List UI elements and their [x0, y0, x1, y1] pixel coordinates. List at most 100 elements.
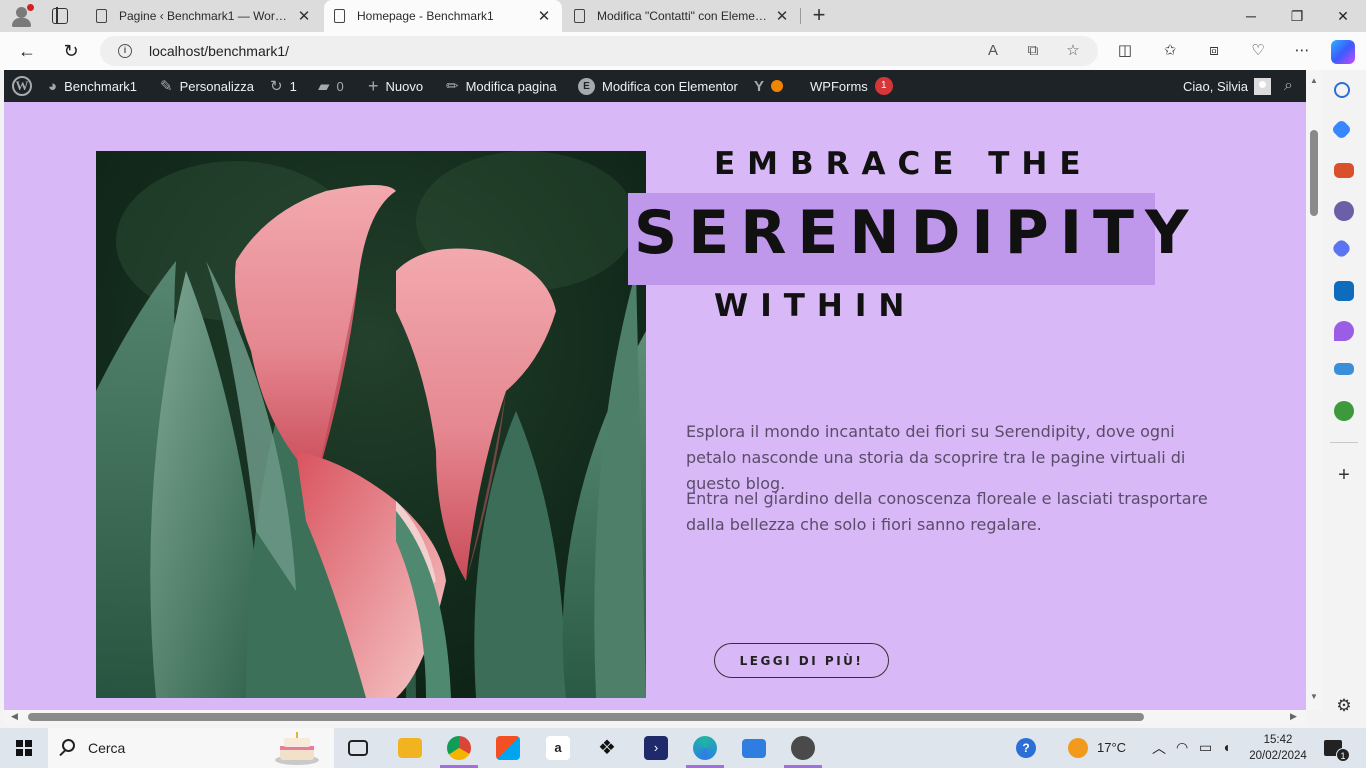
birthday-cake-icon[interactable]	[272, 730, 322, 766]
tree-icon[interactable]	[1334, 401, 1354, 421]
wp-my-account[interactable]: Ciao, Silvia	[1183, 70, 1272, 102]
favorites-icon[interactable]: ✩	[1160, 41, 1180, 61]
file-explorer-icon[interactable]	[398, 738, 422, 758]
more-menu-icon[interactable]: ⋯	[1292, 41, 1312, 61]
outlook-icon[interactable]	[1334, 281, 1354, 301]
wordpress-icon: W	[12, 76, 32, 96]
address-bar[interactable]: i localhost/benchmark1/ A ⧉ ☆	[100, 36, 1098, 66]
favorite-star-icon[interactable]: ☆	[1064, 42, 1082, 60]
designer-icon[interactable]	[1334, 321, 1354, 341]
wp-updates[interactable]: ↻ 1	[270, 70, 297, 102]
sidebar-search-icon[interactable]	[1334, 82, 1350, 98]
split-screen-icon[interactable]: ◫	[1115, 41, 1135, 61]
scroll-down-arrow-icon[interactable]: ▼	[1309, 692, 1319, 701]
refresh-button[interactable]: ↻	[58, 38, 84, 64]
edit-elementor-label: Modifica con Elementor	[602, 78, 738, 94]
copilot-icon[interactable]	[1331, 40, 1355, 64]
system-clock[interactable]: 15:42 20/02/2024	[1248, 732, 1308, 764]
wp-edit-elementor[interactable]: E Modifica con Elementor	[578, 70, 738, 102]
github-desktop-icon[interactable]	[791, 736, 815, 760]
updates-count: 1	[289, 78, 297, 94]
tab-title: Homepage - Benchmark1	[357, 9, 494, 23]
vertical-scroll-thumb[interactable]	[1310, 130, 1318, 216]
edge-sidebar: + ⚙	[1322, 70, 1366, 724]
wp-new[interactable]: + Nuovo	[368, 70, 423, 102]
wifi-icon[interactable]: ◠	[1176, 739, 1188, 756]
wp-search[interactable]: ⌕	[1284, 70, 1293, 102]
page-content: EMBRACE THE SERENDIPITY WITHIN Esplora i…	[4, 102, 1306, 710]
dashboard-icon: ◕	[48, 77, 58, 95]
tab-homepage[interactable]: Homepage - Benchmark1 ✕	[324, 0, 562, 32]
brush-icon: ✎	[160, 78, 173, 95]
browser-essentials-icon[interactable]: ♡	[1248, 41, 1268, 61]
updates-icon: ↻	[270, 78, 283, 95]
windows-start-icon[interactable]	[16, 740, 32, 756]
read-aloud-icon[interactable]: A	[984, 42, 1002, 60]
games-icon[interactable]	[1334, 201, 1354, 221]
minimize-button[interactable]: ─	[1228, 0, 1274, 32]
url-text[interactable]: localhost/benchmark1/	[149, 43, 289, 59]
read-more-button[interactable]: LEGGI DI PIÙ!	[714, 643, 889, 678]
site-info-icon[interactable]: i	[118, 44, 132, 58]
wp-site-name[interactable]: ◕ Benchmark1	[48, 70, 137, 102]
wp-edit-page[interactable]: ✏ Modifica pagina	[446, 70, 557, 102]
page-icon	[334, 9, 345, 23]
sidebar-divider	[1330, 442, 1358, 443]
vertical-scrollbar[interactable]: ▲ ▼	[1306, 70, 1322, 710]
task-view-icon[interactable]	[348, 740, 368, 756]
wp-wpforms[interactable]: WPForms 1	[810, 70, 893, 102]
shopping-tag-icon[interactable]	[1330, 118, 1353, 141]
dropbox-icon[interactable]: ❖	[595, 736, 619, 760]
profile-icon[interactable]	[10, 4, 34, 28]
pencil-icon: ✏	[446, 78, 459, 95]
close-icon[interactable]: ✕	[296, 7, 312, 25]
new-tab-button[interactable]: +	[808, 4, 830, 26]
horizontal-scroll-thumb[interactable]	[28, 713, 1144, 721]
wp-customize[interactable]: ✎ Personalizza	[160, 70, 254, 102]
close-icon[interactable]: ✕	[774, 7, 790, 25]
restore-button[interactable]: ❐	[1274, 0, 1320, 32]
microsoft-store-icon[interactable]	[496, 736, 520, 760]
settings-gear-icon[interactable]: ⚙	[1334, 696, 1354, 716]
amazon-icon[interactable]: a	[546, 736, 570, 760]
wp-comments[interactable]: ▰ 0	[318, 70, 344, 102]
mail-icon[interactable]	[742, 739, 766, 758]
wpforms-badge: 1	[874, 77, 893, 95]
wp-yoast[interactable]: Y	[754, 70, 784, 102]
horizontal-scrollbar[interactable]: ◀ ▶	[4, 710, 1306, 724]
help-icon[interactable]: ?	[1016, 738, 1036, 758]
tab-pagine[interactable]: Pagine ‹ Benchmark1 — WordPress ✕	[86, 0, 322, 32]
add-sidebar-app-icon[interactable]: +	[1334, 465, 1354, 486]
tab-modifica-contatti[interactable]: Modifica "Contatti" con Elementor ✕	[564, 0, 800, 32]
microsoft-365-icon[interactable]	[1330, 237, 1353, 260]
yoast-icon: Y	[754, 77, 765, 95]
temperature-label: 17°C	[1097, 740, 1127, 755]
greeting-label: Ciao, Silvia	[1183, 78, 1249, 94]
wpforms-label: WPForms	[810, 78, 868, 94]
back-button[interactable]: ←	[14, 38, 40, 64]
powershell-icon[interactable]: ›	[644, 736, 668, 760]
scroll-up-arrow-icon[interactable]: ▲	[1309, 76, 1319, 85]
close-icon[interactable]: ✕	[536, 7, 552, 25]
weather-icon[interactable]	[1068, 738, 1088, 758]
volume-icon[interactable]: ◖	[1222, 739, 1230, 755]
tab-title: Pagine ‹ Benchmark1 — WordPress	[119, 9, 290, 23]
chrome-icon[interactable]	[447, 736, 471, 760]
collections-icon[interactable]: ⧈	[1204, 41, 1224, 61]
send-drop-icon[interactable]	[1334, 363, 1354, 375]
app-available-icon[interactable]: ⧉	[1024, 42, 1042, 60]
wp-logo-menu[interactable]: W	[12, 70, 32, 102]
tools-toolbox-icon[interactable]	[1334, 163, 1354, 178]
scroll-left-arrow-icon[interactable]: ◀	[11, 711, 18, 722]
search-icon: ⌕	[1284, 77, 1293, 94]
scroll-right-arrow-icon[interactable]: ▶	[1290, 711, 1297, 722]
new-label: Nuovo	[385, 78, 424, 94]
edge-icon[interactable]	[693, 736, 717, 760]
windows-taskbar: Cerca a ❖ › ? 17°C ︿ ◠ ▭ ◖ 15:42 20/02/2…	[0, 728, 1366, 768]
avatar	[1254, 77, 1272, 95]
elementor-icon: E	[578, 77, 595, 95]
show-hidden-icons-icon[interactable]: ︿	[1152, 738, 1166, 758]
tab-actions-icon[interactable]	[52, 7, 68, 24]
close-window-button[interactable]: ✕	[1320, 0, 1366, 32]
battery-icon[interactable]: ▭	[1199, 739, 1212, 756]
